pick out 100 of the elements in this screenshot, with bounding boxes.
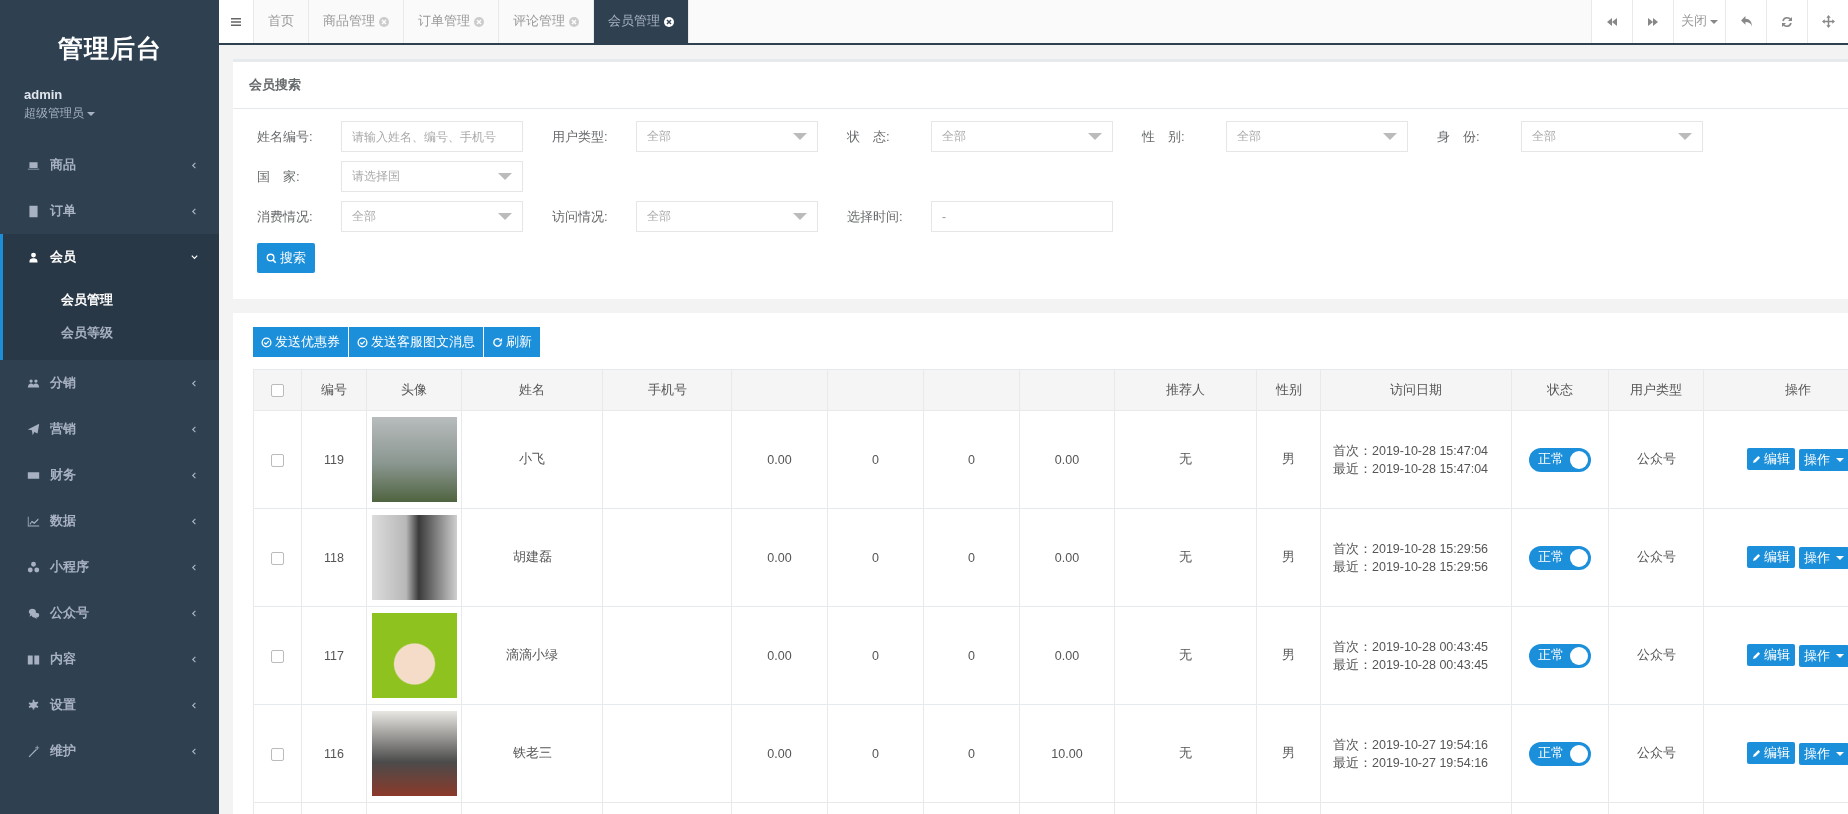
chevron-left-icon	[190, 700, 199, 710]
cubes-icon	[27, 560, 40, 574]
select-field[interactable]: 全部	[636, 121, 818, 152]
table-cell: 118	[301, 508, 367, 607]
select-all-checkbox[interactable]	[271, 384, 284, 398]
table-cell: 0	[923, 508, 1020, 607]
refresh-button[interactable]	[1766, 0, 1807, 43]
column-header: 编号	[301, 369, 367, 411]
sidebar-item[interactable]: 营销	[0, 406, 219, 452]
column-header: 头像	[366, 369, 462, 411]
send-button[interactable]: 发送优惠券	[253, 327, 348, 357]
select-field[interactable]: 全部	[1521, 121, 1703, 152]
first-visit-text: 首次：2019-10-28 15:29:56	[1333, 540, 1489, 558]
page-tab[interactable]: 订单管理	[404, 0, 499, 43]
row-checkbox[interactable]	[271, 551, 284, 565]
select-field[interactable]: 全部	[931, 121, 1113, 152]
row-checkbox[interactable]	[271, 649, 284, 663]
check-circle-icon	[261, 336, 272, 348]
row-checkbox[interactable]	[271, 453, 284, 467]
check-circle-icon	[357, 336, 368, 348]
column-header: 访问日期	[1320, 369, 1512, 411]
page-tab[interactable]: 商品管理	[309, 0, 404, 43]
user-role-dropdown[interactable]: 超级管理员	[24, 105, 95, 122]
search-button[interactable]: 搜索	[257, 243, 315, 273]
caret-icon	[498, 173, 512, 180]
scroll-right-button[interactable]	[1632, 0, 1673, 43]
back-button[interactable]	[1725, 0, 1766, 43]
sidebar-item[interactable]: 内容	[0, 636, 219, 682]
input-field[interactable]: -	[931, 201, 1113, 232]
fullscreen-button[interactable]	[1807, 0, 1848, 43]
sidebar-item[interactable]: 分销	[0, 360, 219, 406]
scroll-left-button[interactable]	[1591, 0, 1632, 43]
status-toggle[interactable]: 正常	[1529, 545, 1591, 570]
chevron-left-icon	[190, 608, 199, 618]
input-field[interactable]: 请输入姓名、编号、手机号	[341, 121, 523, 152]
edit-button[interactable]: 编辑	[1747, 448, 1795, 470]
table-cell: 胡建磊	[461, 508, 603, 607]
pencil-icon	[1752, 650, 1761, 660]
table-cell: 0.00	[1019, 410, 1115, 509]
field-label: 选择时间:	[847, 207, 904, 226]
column-header: 性别	[1256, 369, 1321, 411]
edit-button[interactable]: 编辑	[1747, 742, 1795, 764]
sidebar-item[interactable]: 财务	[0, 452, 219, 498]
last-visit-text: 最近：2019-10-28 15:47:04	[1333, 460, 1489, 478]
sidebar-item[interactable]: 设置	[0, 682, 219, 728]
sidebar-item[interactable]: 公众号	[0, 590, 219, 636]
table-cell: 无	[1114, 410, 1257, 509]
column-header: 姓名	[461, 369, 603, 411]
field-label: 性 别:	[1142, 127, 1186, 146]
sidebar-subitem[interactable]: 会员等级	[3, 317, 113, 350]
caret-icon	[1383, 133, 1397, 140]
sidebar-item[interactable]: 会员	[0, 234, 219, 280]
sidebar-subitem[interactable]: 会员管理	[3, 284, 113, 317]
close-icon[interactable]	[664, 16, 674, 27]
select-field[interactable]: 全部	[1226, 121, 1408, 152]
select-field[interactable]: 全部	[341, 201, 523, 232]
sidebar-item[interactable]: 小程序	[0, 544, 219, 590]
column-header: 状态	[1511, 369, 1609, 411]
menu-toggle-button[interactable]	[219, 0, 254, 43]
status-toggle[interactable]: 正常	[1529, 643, 1591, 668]
status-toggle[interactable]: 正常	[1529, 447, 1591, 472]
row-checkbox[interactable]	[271, 747, 284, 761]
table-cell: 铁老三	[461, 704, 603, 803]
table-cell: 0.00	[731, 704, 828, 803]
table-cell: 0	[827, 606, 924, 705]
table-cell: 公众号	[1608, 410, 1704, 509]
chat-icon	[27, 606, 40, 620]
chevron-left-icon	[190, 746, 199, 756]
chevron-left-icon	[190, 562, 199, 572]
chevron-left-icon	[190, 424, 199, 434]
sidebar-item[interactable]: 维护	[0, 728, 219, 774]
sidebar-item[interactable]: 商品	[0, 142, 219, 188]
actions-dropdown[interactable]: 操作	[1799, 449, 1848, 471]
search-icon	[266, 252, 277, 264]
select-field[interactable]: 请选择国	[341, 161, 523, 192]
select-field[interactable]: 全部	[636, 201, 818, 232]
user-name: admin	[24, 87, 63, 102]
actions-dropdown[interactable]: 操作	[1799, 645, 1848, 667]
first-visit-text: 首次：2019-10-27 19:54:16	[1333, 736, 1489, 754]
paper-plane-icon	[27, 422, 40, 436]
send-button[interactable]: 发送客服图文消息	[349, 327, 483, 357]
refresh-button[interactable]: 刷新	[484, 327, 540, 357]
table-cell: 无	[1114, 606, 1257, 705]
sidebar-item[interactable]: 数据	[0, 498, 219, 544]
actions-dropdown[interactable]: 操作	[1799, 547, 1848, 569]
table-cell: 0	[923, 410, 1020, 509]
status-toggle[interactable]: 正常	[1529, 741, 1591, 766]
table-cell: 0	[923, 704, 1020, 803]
page-tab[interactable]: 会员管理	[594, 0, 689, 43]
column-header: 用户类型	[1608, 369, 1704, 411]
edit-button[interactable]: 编辑	[1747, 546, 1795, 568]
edit-button[interactable]: 编辑	[1747, 644, 1795, 666]
table-cell: 无	[1114, 704, 1257, 803]
field-label: 消费情况:	[257, 207, 314, 226]
table-cell: 117	[301, 606, 367, 705]
sidebar-item[interactable]: 订单	[0, 188, 219, 234]
chevron-left-icon	[190, 206, 199, 216]
page-tab[interactable]: 首页	[254, 0, 309, 43]
close-tabs-dropdown[interactable]: 关闭	[1673, 0, 1725, 43]
actions-dropdown[interactable]: 操作	[1799, 743, 1848, 765]
